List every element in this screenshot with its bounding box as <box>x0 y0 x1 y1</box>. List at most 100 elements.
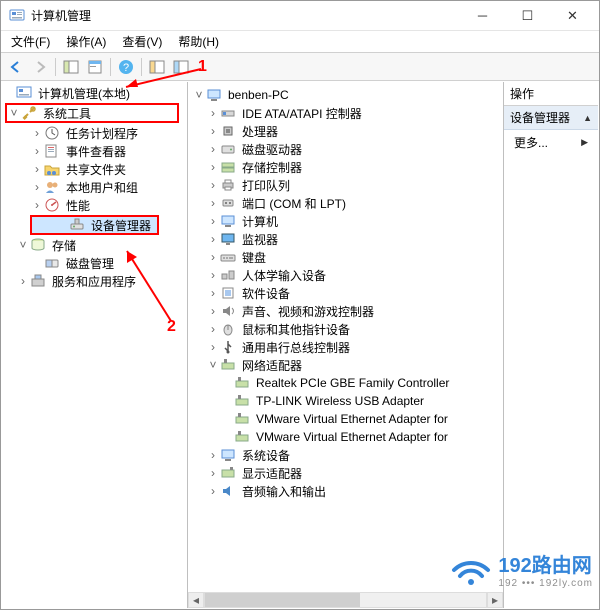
chevron-down-icon[interactable]: ˅ <box>206 356 220 374</box>
tree-performance[interactable]: › 性能 <box>2 196 187 214</box>
device-category-disk-drives[interactable]: ›磁盘驱动器 <box>192 140 503 158</box>
chevron-right-icon[interactable]: › <box>206 248 220 266</box>
device-label: 显示适配器 <box>240 465 304 482</box>
device-category-network-adapters[interactable]: ˅网络适配器 <box>192 356 503 374</box>
chevron-right-icon[interactable]: › <box>206 104 220 122</box>
help-button[interactable]: ? <box>115 56 137 78</box>
keyboard-icon <box>220 249 236 265</box>
device-category-hid[interactable]: ›人体学输入设备 <box>192 266 503 284</box>
device-category-storage-controllers[interactable]: ›存储控制器 <box>192 158 503 176</box>
scroll-left-arrow[interactable]: ◂ <box>188 592 204 608</box>
tree-storage[interactable]: ˅ 存储 <box>2 236 187 254</box>
device-label: 鼠标和其他指针设备 <box>240 321 352 338</box>
device-network-adapter-item[interactable]: Realtek PCIe GBE Family Controller <box>192 374 503 392</box>
chevron-right-icon[interactable]: › <box>30 196 44 214</box>
actions-section-label: 设备管理器 <box>510 109 570 126</box>
tree-task-scheduler[interactable]: › 任务计划程序 <box>2 124 187 142</box>
chevron-right-icon[interactable]: › <box>206 284 220 302</box>
chevron-right-icon[interactable]: › <box>30 142 44 160</box>
chevron-right-icon[interactable]: › <box>206 140 220 158</box>
hid-icon <box>220 267 236 283</box>
collapse-icon[interactable]: ▲ <box>583 113 592 123</box>
chevron-right-icon[interactable]: › <box>206 212 220 230</box>
network-adapter-icon <box>234 429 250 445</box>
chevron-right-icon: ▶ <box>581 137 588 148</box>
chevron-right-icon[interactable]: › <box>206 194 220 212</box>
device-category-sound[interactable]: ›声音、视频和游戏控制器 <box>192 302 503 320</box>
scroll-track[interactable] <box>204 592 487 608</box>
tree-root-computer-management[interactable]: 计算机管理(本地) <box>2 84 187 102</box>
device-category-ide[interactable]: ›IDE ATA/ATAPI 控制器 <box>192 104 503 122</box>
tree-label: 本地用户和组 <box>64 179 140 196</box>
chevron-right-icon[interactable]: › <box>206 158 220 176</box>
chevron-right-icon[interactable]: › <box>16 272 30 290</box>
device-label: 监视器 <box>240 231 280 248</box>
chevron-right-icon[interactable]: › <box>206 320 220 338</box>
horizontal-scrollbar[interactable]: ◂ ▸ <box>188 592 503 608</box>
device-manager-icon <box>69 217 85 233</box>
chevron-right-icon[interactable]: › <box>206 302 220 320</box>
device-label: VMware Virtual Ethernet Adapter for <box>254 412 450 426</box>
menu-help[interactable]: 帮助(H) <box>174 31 223 52</box>
chevron-right-icon[interactable]: › <box>206 122 220 140</box>
device-category-computer[interactable]: ›计算机 <box>192 212 503 230</box>
device-category-ports[interactable]: ›端口 (COM 和 LPT) <box>192 194 503 212</box>
device-category-monitors[interactable]: › 监视器 <box>192 230 503 248</box>
tree-services-apps[interactable]: › 服务和应用程序 <box>2 272 187 290</box>
device-root[interactable]: ˅ benben-PC <box>192 86 503 104</box>
maximize-button[interactable]: ☐ <box>505 1 550 30</box>
view-devices-by-type-button[interactable] <box>146 56 168 78</box>
device-category-software-devices[interactable]: ›软件设备 <box>192 284 503 302</box>
clock-icon <box>44 125 60 141</box>
ide-controller-icon <box>220 105 236 121</box>
tree-label: 计算机管理(本地) <box>36 85 132 102</box>
device-category-processors[interactable]: › 处理器 <box>192 122 503 140</box>
chevron-right-icon[interactable]: › <box>206 446 220 464</box>
forward-button[interactable] <box>29 56 51 78</box>
device-category-mice[interactable]: › 鼠标和其他指针设备 <box>192 320 503 338</box>
services-icon <box>30 273 46 289</box>
chevron-down-icon[interactable]: ˅ <box>7 104 21 122</box>
device-category-print-queues[interactable]: ›打印队列 <box>192 176 503 194</box>
properties-button[interactable] <box>84 56 106 78</box>
device-network-adapter-item[interactable]: VMware Virtual Ethernet Adapter for <box>192 428 503 446</box>
tree-device-manager[interactable]: 设备管理器 <box>30 215 159 235</box>
menu-view[interactable]: 查看(V) <box>118 31 166 52</box>
tree-shared-folders[interactable]: › 共享文件夹 <box>2 160 187 178</box>
chevron-right-icon[interactable]: › <box>30 124 44 142</box>
device-category-display-adapters[interactable]: › 显示适配器 <box>192 464 503 482</box>
menu-file[interactable]: 文件(F) <box>7 31 54 52</box>
device-category-usb[interactable]: ›通用串行总线控制器 <box>192 338 503 356</box>
chevron-right-icon[interactable]: › <box>30 160 44 178</box>
chevron-right-icon[interactable]: › <box>206 176 220 194</box>
back-button[interactable] <box>5 56 27 78</box>
close-button[interactable]: ✕ <box>550 1 595 30</box>
chevron-down-icon[interactable]: ˅ <box>192 86 206 104</box>
device-category-keyboards[interactable]: ›键盘 <box>192 248 503 266</box>
tree-system-tools[interactable]: ˅ 系统工具 <box>5 103 179 123</box>
device-category-audio-io[interactable]: ›音频输入和输出 <box>192 482 503 500</box>
tree-label: 磁盘管理 <box>64 255 116 272</box>
view-devices-by-connection-button[interactable] <box>170 56 192 78</box>
tree-event-viewer[interactable]: › 事件查看器 <box>2 142 187 160</box>
device-network-adapter-item[interactable]: VMware Virtual Ethernet Adapter for <box>192 410 503 428</box>
show-hide-tree-button[interactable] <box>60 56 82 78</box>
chevron-down-icon[interactable]: ˅ <box>16 236 30 254</box>
actions-more[interactable]: 更多... ▶ <box>504 130 598 155</box>
chevron-right-icon[interactable]: › <box>206 266 220 284</box>
scroll-right-arrow[interactable]: ▸ <box>487 592 503 608</box>
tree-local-users-groups[interactable]: › 本地用户和组 <box>2 178 187 196</box>
device-network-adapter-item[interactable]: TP-LINK Wireless USB Adapter <box>192 392 503 410</box>
actions-section[interactable]: 设备管理器 ▲ <box>504 106 598 130</box>
tree-label: 服务和应用程序 <box>50 273 138 290</box>
menu-action[interactable]: 操作(A) <box>62 31 110 52</box>
minimize-button[interactable]: ─ <box>460 1 505 30</box>
tree-disk-management[interactable]: 磁盘管理 <box>2 254 187 272</box>
chevron-right-icon[interactable]: › <box>206 482 220 500</box>
device-category-system-devices[interactable]: ›系统设备 <box>192 446 503 464</box>
chevron-right-icon[interactable]: › <box>206 338 220 356</box>
chevron-right-icon[interactable]: › <box>206 230 220 248</box>
chevron-right-icon[interactable]: › <box>30 178 44 196</box>
device-label: 处理器 <box>240 123 280 140</box>
chevron-right-icon[interactable]: › <box>206 464 220 482</box>
